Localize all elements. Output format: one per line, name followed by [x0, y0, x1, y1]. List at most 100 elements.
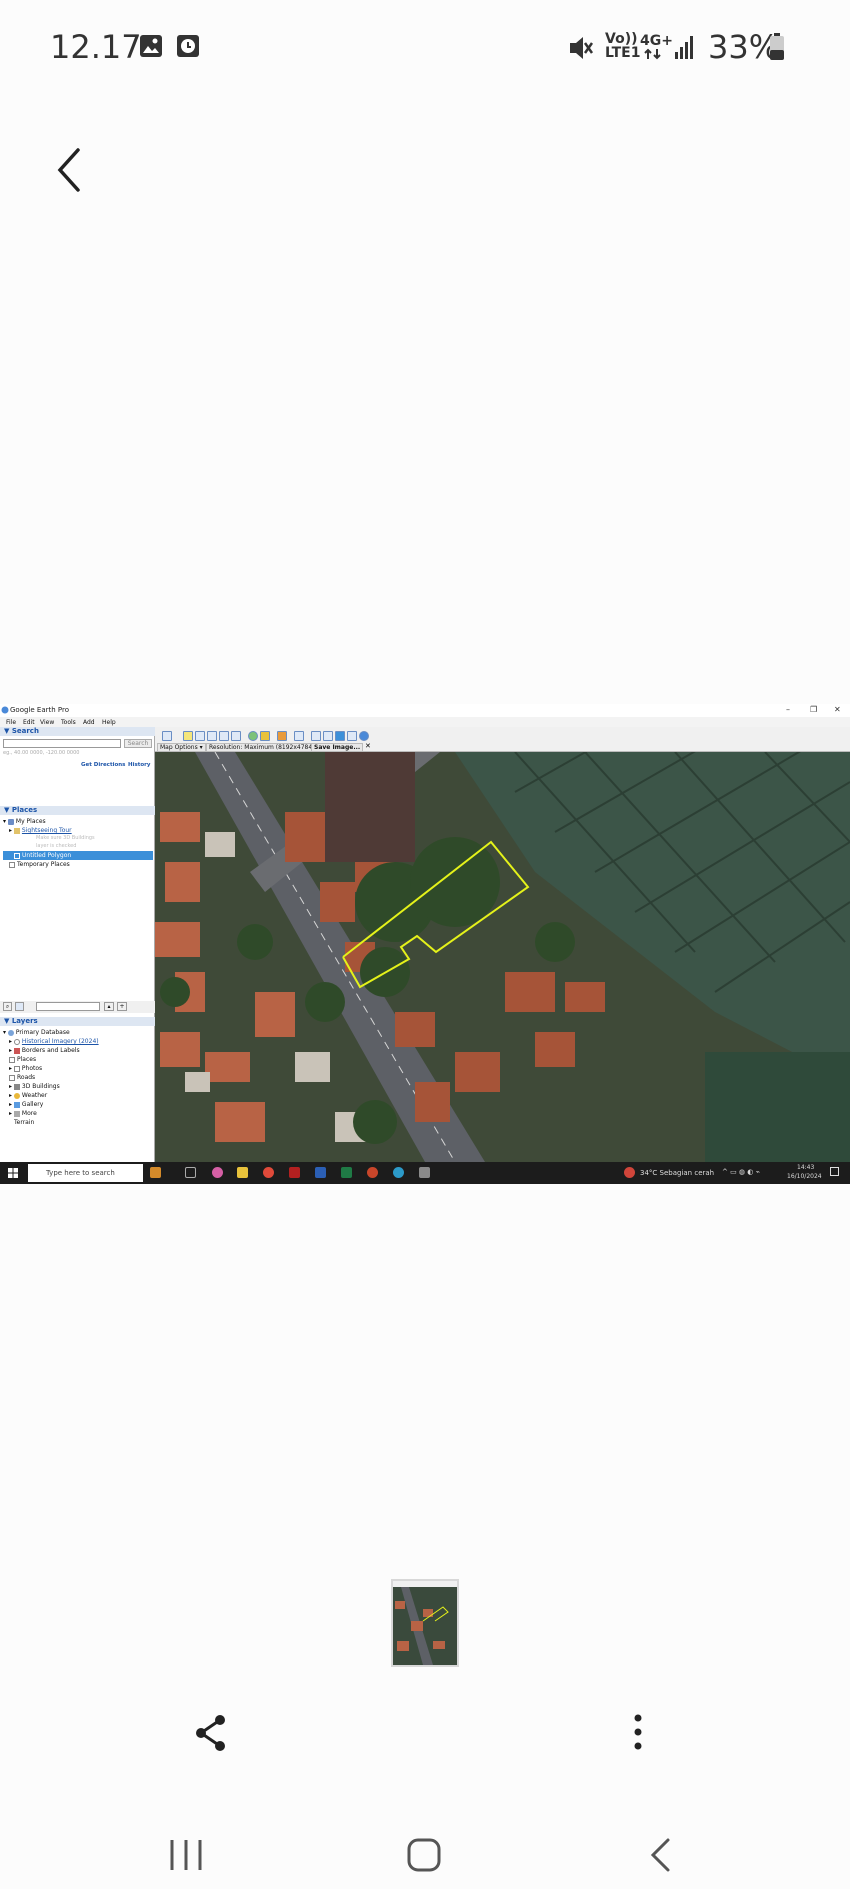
signal-icon	[675, 36, 693, 59]
search-panel-header[interactable]: ▼ Search	[0, 727, 155, 736]
status-bar: 12.17 Vo)) LTE1 4G+ 33%	[0, 0, 850, 96]
tree-my-places[interactable]: ▾ My Places	[3, 818, 46, 825]
layer-roads[interactable]: Roads	[9, 1074, 35, 1081]
taskbar-search[interactable]: Type here to search	[28, 1164, 143, 1182]
layer-places[interactable]: Places	[9, 1056, 36, 1063]
taskbar-weather[interactable]: 34°C Sebagian cerah	[640, 1169, 714, 1177]
pdf-icon[interactable]	[289, 1167, 300, 1178]
map-options-dropdown[interactable]: Map Options ▾	[157, 743, 206, 752]
layer-weather[interactable]: ▸ Weather	[9, 1092, 47, 1099]
placemark-icon[interactable]	[183, 731, 193, 741]
thumbnail-image	[393, 1581, 457, 1665]
shared-screenshot[interactable]: Google Earth Pro – ❐ ✕ File Edit View To…	[0, 704, 850, 1184]
layer-terrain[interactable]: Terrain	[14, 1119, 34, 1126]
history-link[interactable]: History	[128, 762, 150, 768]
task-view-icon[interactable]	[185, 1167, 196, 1178]
ruler-icon[interactable]	[294, 731, 304, 741]
word-icon[interactable]	[315, 1167, 326, 1178]
map-toolbar: Map Options ▾ Resolution: Maximum (8192x…	[155, 727, 850, 752]
save-image-button[interactable]: Save Image...	[311, 743, 364, 752]
weather-icon	[13, 1092, 20, 1099]
excel-icon[interactable]	[341, 1167, 352, 1178]
powerpoint-icon[interactable]	[367, 1167, 378, 1178]
minimize-icon[interactable]: –	[786, 705, 790, 714]
gallery-icon	[13, 1101, 20, 1108]
layer-borders-labels[interactable]: ▸ Borders and Labels	[9, 1047, 80, 1054]
windows-start-icon[interactable]	[8, 1168, 18, 1178]
move-up-icon[interactable]: ▴	[104, 1002, 114, 1011]
menu-add[interactable]: Add	[83, 719, 95, 726]
menu-edit[interactable]: Edit	[23, 719, 35, 726]
layer-photos[interactable]: ▸ Photos	[9, 1065, 42, 1072]
photo-icon	[13, 1065, 20, 1072]
tree-temporary-places[interactable]: Temporary Places	[9, 861, 70, 868]
more-icon	[13, 1110, 20, 1117]
save-image-icon[interactable]	[335, 731, 345, 741]
tree-sightseeing-tour[interactable]: ▸ Sightseeing Tour	[9, 827, 72, 834]
home-icon[interactable]	[406, 1837, 442, 1873]
polygon-tool-icon[interactable]	[195, 731, 205, 741]
recent-apps-icon[interactable]	[168, 1838, 204, 1872]
polygon-icon	[14, 852, 20, 859]
tray-icons[interactable]: ^ ▭ ◍ ◐ ⌁	[722, 1168, 760, 1176]
places-filter-input[interactable]	[36, 1002, 100, 1011]
planet-icon[interactable]	[277, 731, 287, 741]
restore-icon[interactable]: ❐	[810, 705, 817, 714]
weather-icon	[624, 1167, 635, 1178]
menu-tools[interactable]: Tools	[61, 719, 76, 726]
status-time: 12.17	[50, 28, 142, 66]
file-explorer-icon[interactable]	[237, 1167, 248, 1178]
search-places-icon[interactable]: ⌕	[3, 1002, 12, 1011]
tree-untitled-polygon[interactable]: Untitled Polygon	[14, 852, 71, 859]
back-arrow-icon[interactable]	[52, 146, 88, 194]
viewer-action-bar	[0, 1700, 850, 1780]
overlay-icon[interactable]	[219, 731, 229, 741]
layer-3d-buildings[interactable]: ▸ 3D Buildings	[9, 1083, 60, 1090]
image-thumbnail[interactable]	[391, 1579, 459, 1667]
historical-imagery-icon[interactable]	[248, 731, 258, 741]
data-arrows-icon	[644, 48, 661, 60]
road-icon	[9, 1074, 15, 1081]
places-panel-header[interactable]: ▼ Places	[0, 806, 155, 815]
print-icon[interactable]	[323, 731, 333, 741]
layer-primary-database[interactable]: ▾ Primary Database	[3, 1029, 70, 1036]
google-earth-icon[interactable]	[419, 1167, 430, 1178]
flag-icon	[13, 1047, 20, 1054]
edge-icon[interactable]	[393, 1167, 404, 1178]
chrome-icon[interactable]	[263, 1167, 274, 1178]
app-logo-icon	[1, 706, 9, 714]
search-button[interactable]: Search	[124, 739, 152, 748]
layer-gallery[interactable]: ▸ Gallery	[9, 1101, 43, 1108]
copilot-icon[interactable]	[212, 1167, 223, 1178]
get-directions-link[interactable]: Get Directions	[81, 762, 125, 768]
maps-icon[interactable]	[347, 731, 357, 741]
menu-help[interactable]: Help	[102, 719, 116, 726]
taskbar-clock-date[interactable]: 16/10/2024	[787, 1173, 822, 1180]
more-vertical-icon[interactable]	[632, 1714, 644, 1750]
menu-file[interactable]: File	[6, 719, 16, 726]
view-toggle-icon[interactable]	[15, 1002, 24, 1011]
briefcase-icon[interactable]	[150, 1167, 161, 1178]
menu-view[interactable]: View	[40, 719, 54, 726]
earth-icon[interactable]	[359, 731, 369, 741]
search-input[interactable]	[3, 739, 121, 748]
close-save-icon[interactable]: ✕	[365, 742, 371, 750]
layer-more[interactable]: ▸ More	[9, 1110, 37, 1117]
share-icon[interactable]	[193, 1713, 229, 1753]
close-icon[interactable]: ✕	[834, 705, 841, 714]
folder-icon	[7, 818, 14, 825]
clock-icon	[13, 1038, 20, 1045]
email-icon[interactable]	[311, 731, 321, 741]
nav-back-icon[interactable]	[648, 1837, 674, 1873]
satellite-map[interactable]	[155, 752, 850, 1162]
sun-icon[interactable]	[260, 731, 270, 741]
resolution-dropdown[interactable]: Resolution: Maximum (8192x4784) ▾	[206, 743, 323, 752]
taskbar-clock-time[interactable]: 14:43	[797, 1164, 814, 1171]
move-down-icon[interactable]: +	[117, 1002, 127, 1011]
notification-icon[interactable]	[830, 1167, 839, 1176]
layer-historical-imagery[interactable]: ▸ Historical Imagery (2024)	[9, 1038, 99, 1045]
tour-icon[interactable]	[231, 731, 241, 741]
sidebar-toggle-icon[interactable]	[162, 731, 172, 741]
path-tool-icon[interactable]	[207, 731, 217, 741]
layers-panel-header[interactable]: ▼ Layers	[0, 1017, 155, 1026]
